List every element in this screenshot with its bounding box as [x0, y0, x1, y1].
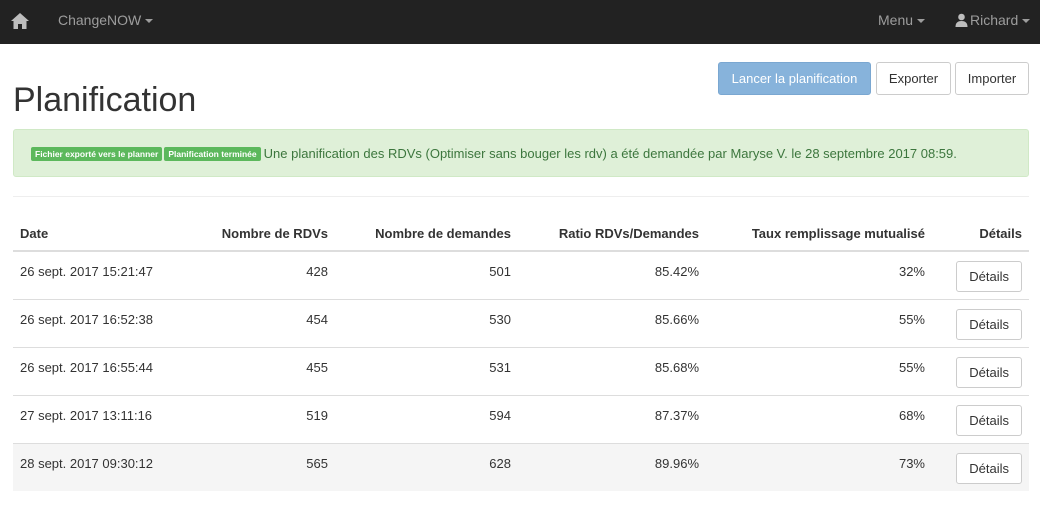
table-row: 26 sept. 2017 16:55:44 455 531 85.68% 55…: [13, 346, 1029, 395]
done-badge: Planification terminée: [164, 147, 261, 161]
cell-date: 27 sept. 2017 13:11:16: [13, 394, 193, 443]
planning-table: Date Nombre de RDVs Nombre de demandes R…: [13, 216, 1029, 491]
status-alert: Fichier exporté vers le planner Planifica…: [13, 129, 1029, 177]
details-button[interactable]: Détails: [956, 356, 1022, 388]
export-button[interactable]: Exporter: [876, 62, 951, 95]
launch-planning-button[interactable]: Lancer la planification: [718, 62, 871, 95]
details-button[interactable]: Détails: [956, 452, 1022, 484]
caret-down-icon: [145, 19, 154, 24]
cell-rdvs: 454: [193, 298, 335, 347]
cell-rdvs: 565: [193, 442, 335, 491]
cell-date: 28 sept. 2017 09:30:12: [13, 442, 193, 491]
table-row: 26 sept. 2017 16:52:38 454 530 85.66% 55…: [13, 298, 1029, 347]
col-header-date[interactable]: Date: [13, 216, 193, 252]
user-dropdown[interactable]: Richard: [955, 12, 1031, 28]
cell-taux: 55%: [706, 346, 932, 395]
cell-ratio: 89.96%: [518, 442, 706, 491]
cell-ratio: 85.66%: [518, 298, 706, 347]
col-header-ratio[interactable]: Ratio RDVs/Demandes: [518, 216, 706, 252]
col-header-demandes[interactable]: Nombre de demandes: [335, 216, 518, 252]
cell-date: 26 sept. 2017 16:52:38: [13, 298, 193, 347]
cell-ratio: 85.68%: [518, 346, 706, 395]
cell-demandes: 501: [335, 250, 518, 299]
col-header-taux[interactable]: Taux remplissage mutualisé: [706, 216, 932, 252]
alert-message: Une planification des RDVs (Optimiser sa…: [263, 146, 957, 161]
cell-taux: 32%: [706, 250, 932, 299]
brand-dropdown[interactable]: ChangeNOW: [58, 12, 154, 28]
table-row: 26 sept. 2017 15:21:47 428 501 85.42% 32…: [13, 250, 1029, 299]
cell-rdvs: 455: [193, 346, 335, 395]
cell-taux: 68%: [706, 394, 932, 443]
cell-demandes: 530: [335, 298, 518, 347]
details-button[interactable]: Détails: [956, 261, 1022, 292]
menu-label: Menu: [878, 12, 914, 28]
col-header-details: Détails: [932, 216, 1029, 252]
user-name: Richard: [970, 12, 1019, 28]
caret-down-icon: [1022, 19, 1031, 24]
cell-date: 26 sept. 2017 16:55:44: [13, 346, 193, 395]
cell-demandes: 628: [335, 442, 518, 491]
details-button[interactable]: Détails: [956, 308, 1022, 340]
cell-ratio: 85.42%: [518, 250, 706, 299]
exported-badge: Fichier exporté vers le planner: [31, 147, 163, 161]
col-header-rdvs[interactable]: Nombre de RDVs: [193, 216, 335, 252]
cell-rdvs: 428: [193, 250, 335, 299]
table-row: 28 sept. 2017 09:30:12 565 628 89.96% 73…: [13, 442, 1029, 491]
table-row: 27 sept. 2017 13:11:16 519 594 87.37% 68…: [13, 394, 1029, 443]
cell-taux: 73%: [706, 442, 932, 491]
home-icon[interactable]: [9, 10, 31, 32]
cell-taux: 55%: [706, 298, 932, 347]
cell-demandes: 594: [335, 394, 518, 443]
cell-ratio: 87.37%: [518, 394, 706, 443]
divider: [13, 196, 1029, 197]
details-button[interactable]: Détails: [956, 404, 1022, 436]
cell-demandes: 531: [335, 346, 518, 395]
caret-down-icon: [917, 19, 926, 24]
import-button[interactable]: Importer: [955, 62, 1029, 95]
user-icon: [955, 13, 968, 27]
cell-rdvs: 519: [193, 394, 335, 443]
page-title: Planification: [13, 81, 197, 119]
top-navbar: ChangeNOW Menu Richard: [0, 0, 1040, 44]
menu-dropdown[interactable]: Menu: [878, 12, 926, 28]
brand-label: ChangeNOW: [58, 12, 142, 28]
table-header-row: Date Nombre de RDVs Nombre de demandes R…: [13, 216, 1029, 252]
cell-date: 26 sept. 2017 15:21:47: [13, 250, 193, 299]
